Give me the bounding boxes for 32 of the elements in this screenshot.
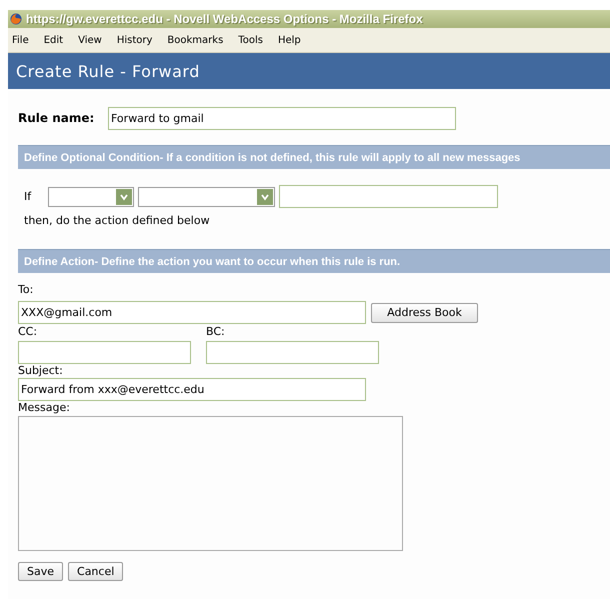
field-label: To: <box>18 283 34 297</box>
field-label: CC: <box>18 325 38 339</box>
menu-item[interactable]: Edit <box>40 34 72 46</box>
bc-field[interactable] <box>206 341 379 364</box>
field-label: Message: <box>18 401 71 415</box>
window-title: https://gw.everettcc.edu - Novell WebAccess Options - Mozilla Firefox <box>26 12 423 26</box>
field-label: Subject: <box>18 364 64 378</box>
field-label: Rule name: <box>18 111 96 125</box>
dropdown[interactable] <box>138 186 275 206</box>
message-field[interactable] <box>18 416 403 551</box>
browser-logo-icon <box>10 13 22 25</box>
menu-item[interactable]: View <box>74 34 110 46</box>
section-heading: Define Optional Condition- If a condition is not defined, this rule will apply to all new messages <box>18 145 610 169</box>
condition-text: then, do the action defined below <box>23 214 211 227</box>
form-button[interactable]: Save <box>18 562 64 581</box>
menu-item[interactable]: History <box>112 34 160 46</box>
menu-item[interactable]: File <box>8 34 37 46</box>
to-field[interactable]: XXX@gmail.com <box>18 301 366 324</box>
dropdown[interactable] <box>48 186 134 206</box>
page-title: Create Rule - Forward <box>16 62 200 80</box>
field-label: BC: <box>206 325 226 339</box>
rule-name-field[interactable]: Forward to gmail <box>108 106 456 130</box>
menu-item[interactable]: Help <box>274 34 309 46</box>
condition-value-field[interactable] <box>279 185 498 208</box>
address-book-button[interactable]: Address Book <box>371 302 478 322</box>
section-heading: Define Action- Define the action you want to occur when this rule is run. <box>18 249 610 273</box>
form-button[interactable]: Cancel <box>68 562 124 581</box>
cc-field[interactable] <box>18 341 191 364</box>
subject-field[interactable]: Forward from xxx@everettcc.edu <box>18 378 366 401</box>
if-label: If <box>24 190 32 203</box>
menu-item[interactable]: Tools <box>234 34 271 46</box>
menu-item[interactable]: Bookmarks <box>163 34 232 46</box>
